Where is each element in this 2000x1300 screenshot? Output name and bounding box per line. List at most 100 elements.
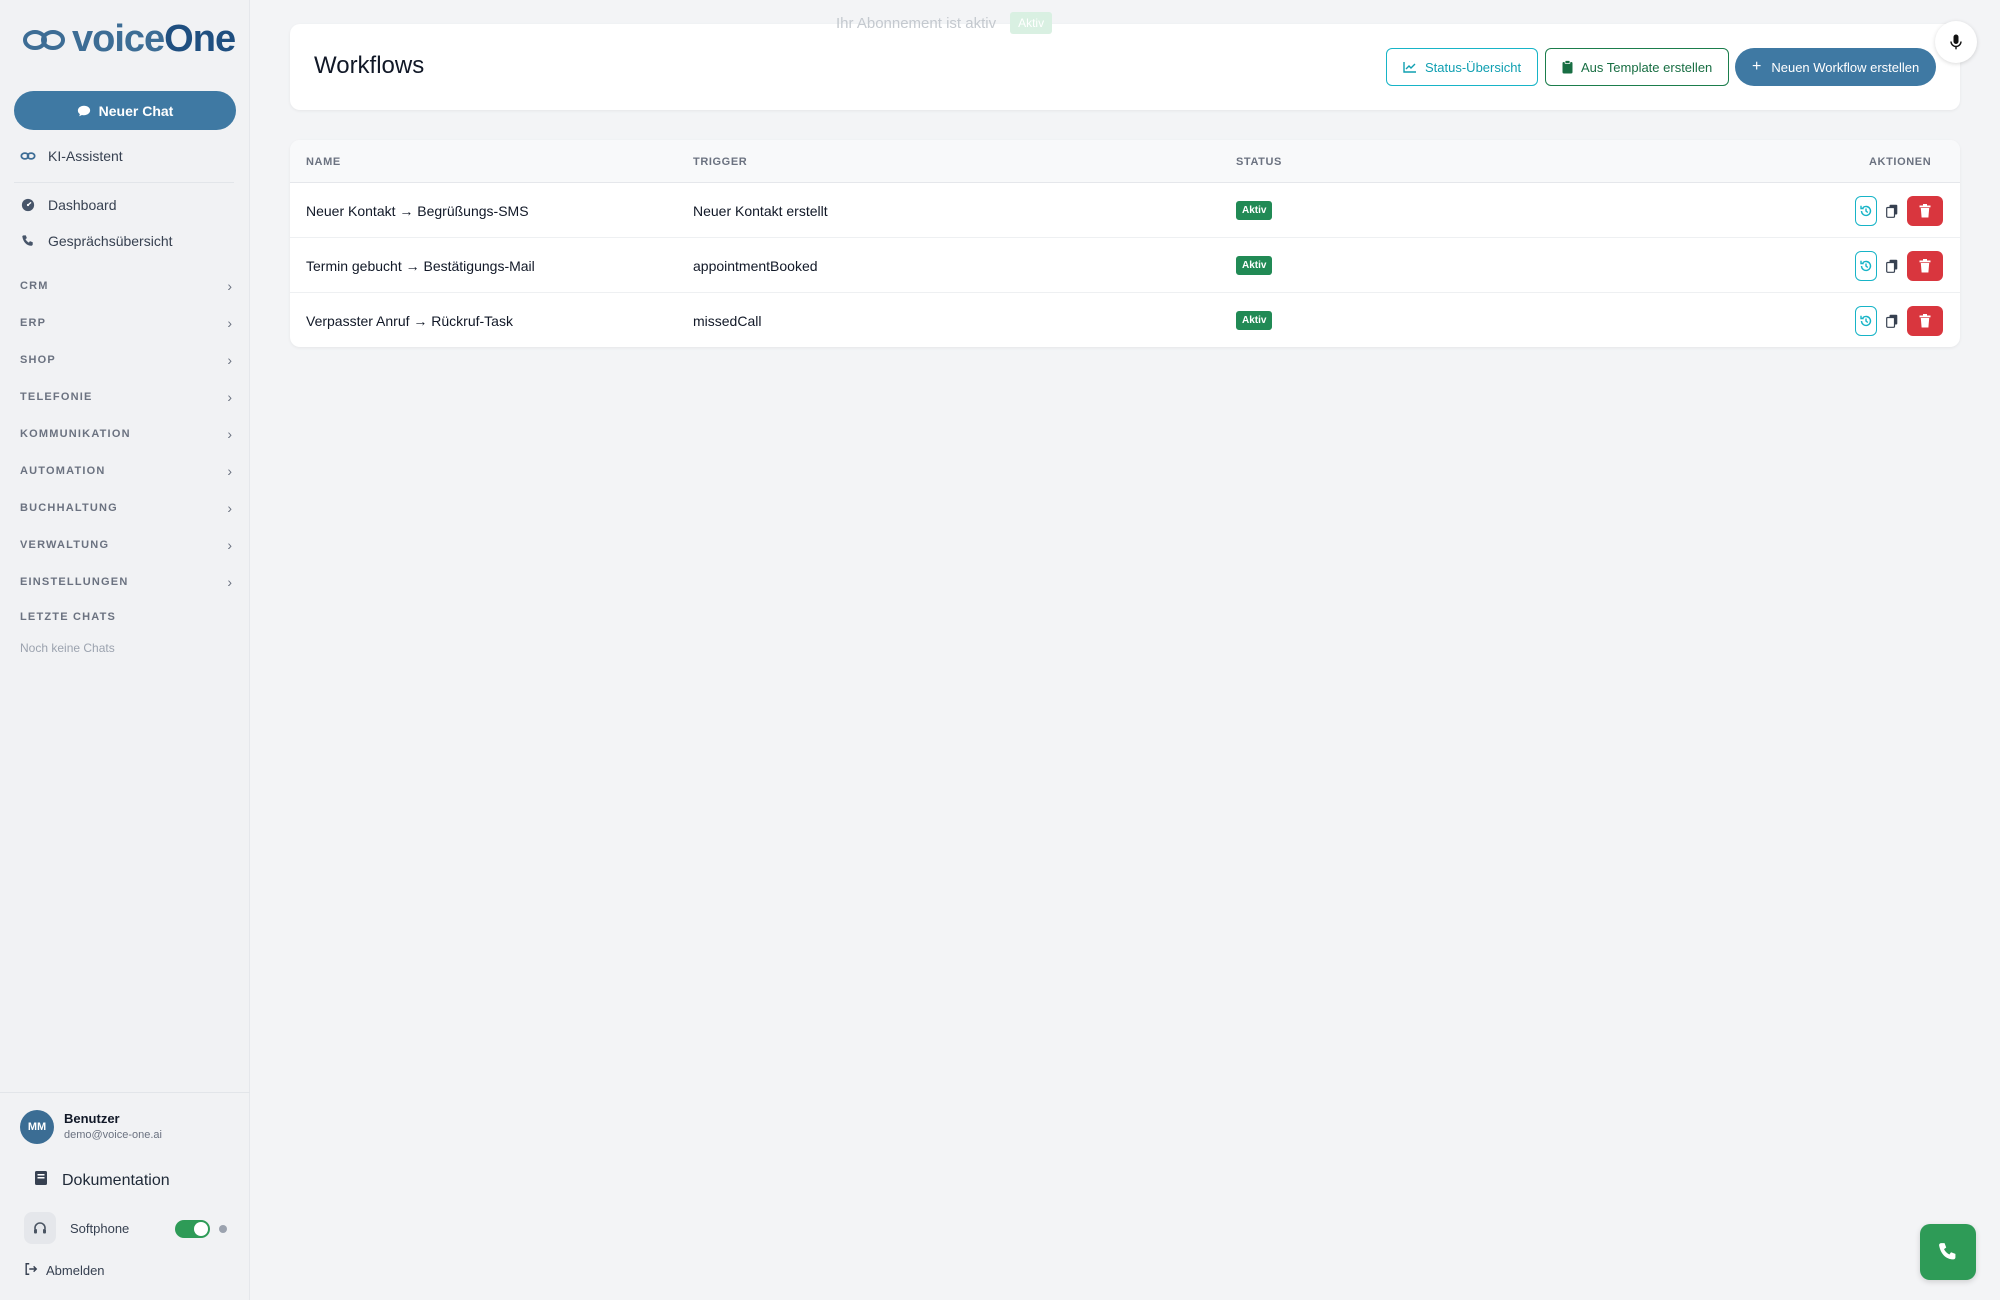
new-workflow-button[interactable]: + Neuen Workflow erstellen [1735, 48, 1937, 86]
table-header: NAME TRIGGER STATUS AKTIONEN [290, 140, 1960, 183]
avatar[interactable]: MM [20, 1110, 54, 1144]
new-workflow-label: Neuen Workflow erstellen [1771, 59, 1920, 75]
chevron-right-icon: › [227, 574, 232, 590]
book-icon [34, 1170, 48, 1191]
section-telefonie[interactable]: TELEFONIE › [20, 389, 232, 405]
history-button[interactable] [1855, 306, 1877, 336]
page-title: Workflows [314, 52, 425, 79]
chevron-right-icon: › [227, 278, 232, 294]
row-actions [1855, 196, 1943, 226]
sidebar-item-ki-assistent[interactable]: KI-Assistent [20, 148, 123, 164]
chevron-right-icon: › [227, 389, 232, 405]
from-template-label: Aus Template erstellen [1581, 59, 1713, 75]
toggle-knob [194, 1222, 208, 1236]
softphone-status-dot [219, 1225, 227, 1233]
section-kommunikation[interactable]: KOMMUNIKATION › [20, 426, 232, 442]
copy-icon [1886, 314, 1898, 328]
chevron-right-icon: › [227, 500, 232, 516]
workflow-name: Verpasster Anruf → Rückruf-Task [306, 313, 513, 329]
gauge-icon [20, 197, 36, 213]
workflow-trigger: appointmentBooked [693, 258, 818, 274]
workflow-name: Neuer Kontakt → Begrüßungs-SMS [306, 203, 529, 219]
table-row[interactable]: Verpasster Anruf → Rückruf-Task missedCa… [290, 293, 1960, 347]
status-badge: Aktiv [1236, 311, 1273, 330]
sidebar: voiceOne Neuer Chat KI-Assistent Dashboa… [0, 0, 250, 1300]
column-header-actions: AKTIONEN [1869, 156, 1932, 168]
app-logo[interactable]: voiceOne [22, 18, 236, 61]
section-crm[interactable]: CRM › [20, 278, 232, 294]
chevron-right-icon: › [227, 352, 232, 368]
microphone-icon [1950, 34, 1962, 50]
workflows-table: NAME TRIGGER STATUS AKTIONEN Neuer Konta… [290, 140, 1960, 347]
trash-icon [1919, 204, 1931, 218]
subscription-text: Ihr Abonnement ist aktiv [836, 14, 997, 32]
logo-text: voiceOne [72, 18, 236, 60]
chevron-right-icon: › [227, 315, 232, 331]
documentation-link[interactable]: Dokumentation [34, 1170, 170, 1191]
copy-icon [1886, 204, 1898, 218]
new-chat-label: Neuer Chat [98, 102, 174, 119]
history-icon [1860, 205, 1872, 217]
microphone-button[interactable] [1935, 21, 1977, 63]
table-row[interactable]: Termin gebucht → Bestätigungs-Mail appoi… [290, 238, 1960, 293]
chevron-right-icon: › [227, 463, 232, 479]
logout-icon [24, 1262, 38, 1279]
new-chat-button[interactable]: Neuer Chat [14, 91, 236, 130]
chart-icon [1403, 62, 1416, 73]
divider [0, 1092, 250, 1093]
delete-button[interactable] [1907, 306, 1943, 336]
table-row[interactable]: Neuer Kontakt → Begrüßungs-SMS Neuer Kon… [290, 183, 1960, 238]
status-overview-button[interactable]: Status-Übersicht [1386, 48, 1539, 86]
trash-icon [1919, 314, 1931, 328]
logo-icon [23, 29, 65, 50]
status-badge: Aktiv [1236, 201, 1273, 220]
user-name: Benutzer [64, 1111, 120, 1126]
divider [14, 182, 234, 183]
recent-chats-heading: LETZTE CHATS [20, 611, 117, 623]
history-icon [1860, 260, 1872, 272]
link-icon [20, 148, 36, 164]
headset-icon [24, 1212, 56, 1244]
sidebar-item-label: Dashboard [48, 197, 117, 213]
row-actions [1855, 306, 1943, 336]
delete-button[interactable] [1907, 196, 1943, 226]
delete-button[interactable] [1907, 251, 1943, 281]
softphone-call-button[interactable] [1920, 1224, 1976, 1280]
duplicate-button[interactable] [1881, 196, 1903, 226]
sidebar-item-label: Gesprächsübersicht [48, 233, 173, 249]
softphone-label: Softphone [70, 1220, 130, 1236]
chat-icon [77, 105, 90, 116]
section-buchhaltung[interactable]: BUCHHALTUNG › [20, 500, 232, 516]
phone-icon [1939, 1243, 1956, 1260]
sidebar-item-gespraechsuebersicht[interactable]: Gesprächsübersicht [20, 233, 173, 249]
subscription-banner: Ihr Abonnement ist aktiv Aktiv [836, 12, 1053, 34]
history-button[interactable] [1855, 196, 1877, 226]
section-erp[interactable]: ERP › [20, 315, 232, 331]
softphone-toggle[interactable] [175, 1220, 210, 1238]
plus-icon: + [1752, 58, 1762, 75]
section-shop[interactable]: SHOP › [20, 352, 232, 368]
logout-label: Abmelden [46, 1263, 105, 1278]
workflow-trigger: missedCall [693, 313, 762, 329]
history-icon [1860, 315, 1872, 327]
clipboard-icon [1562, 60, 1573, 74]
softphone-row: Softphone [24, 1212, 129, 1244]
trash-icon [1919, 259, 1931, 273]
documentation-label: Dokumentation [62, 1171, 170, 1189]
status-overview-label: Status-Übersicht [1425, 59, 1522, 75]
from-template-button[interactable]: Aus Template erstellen [1545, 48, 1730, 86]
subscription-badge: Aktiv [1010, 12, 1053, 34]
column-header-trigger: TRIGGER [693, 156, 748, 168]
section-einstellungen[interactable]: EINSTELLUNGEN › [20, 574, 232, 590]
logout-link[interactable]: Abmelden [24, 1262, 105, 1279]
duplicate-button[interactable] [1881, 306, 1903, 336]
row-actions [1855, 251, 1943, 281]
section-verwaltung[interactable]: VERWALTUNG › [20, 537, 232, 553]
sidebar-item-label: KI-Assistent [48, 148, 123, 164]
workflow-name: Termin gebucht → Bestätigungs-Mail [306, 258, 535, 274]
history-button[interactable] [1855, 251, 1877, 281]
copy-icon [1886, 259, 1898, 273]
section-automation[interactable]: AUTOMATION › [20, 463, 232, 479]
sidebar-item-dashboard[interactable]: Dashboard [20, 197, 117, 213]
duplicate-button[interactable] [1881, 251, 1903, 281]
